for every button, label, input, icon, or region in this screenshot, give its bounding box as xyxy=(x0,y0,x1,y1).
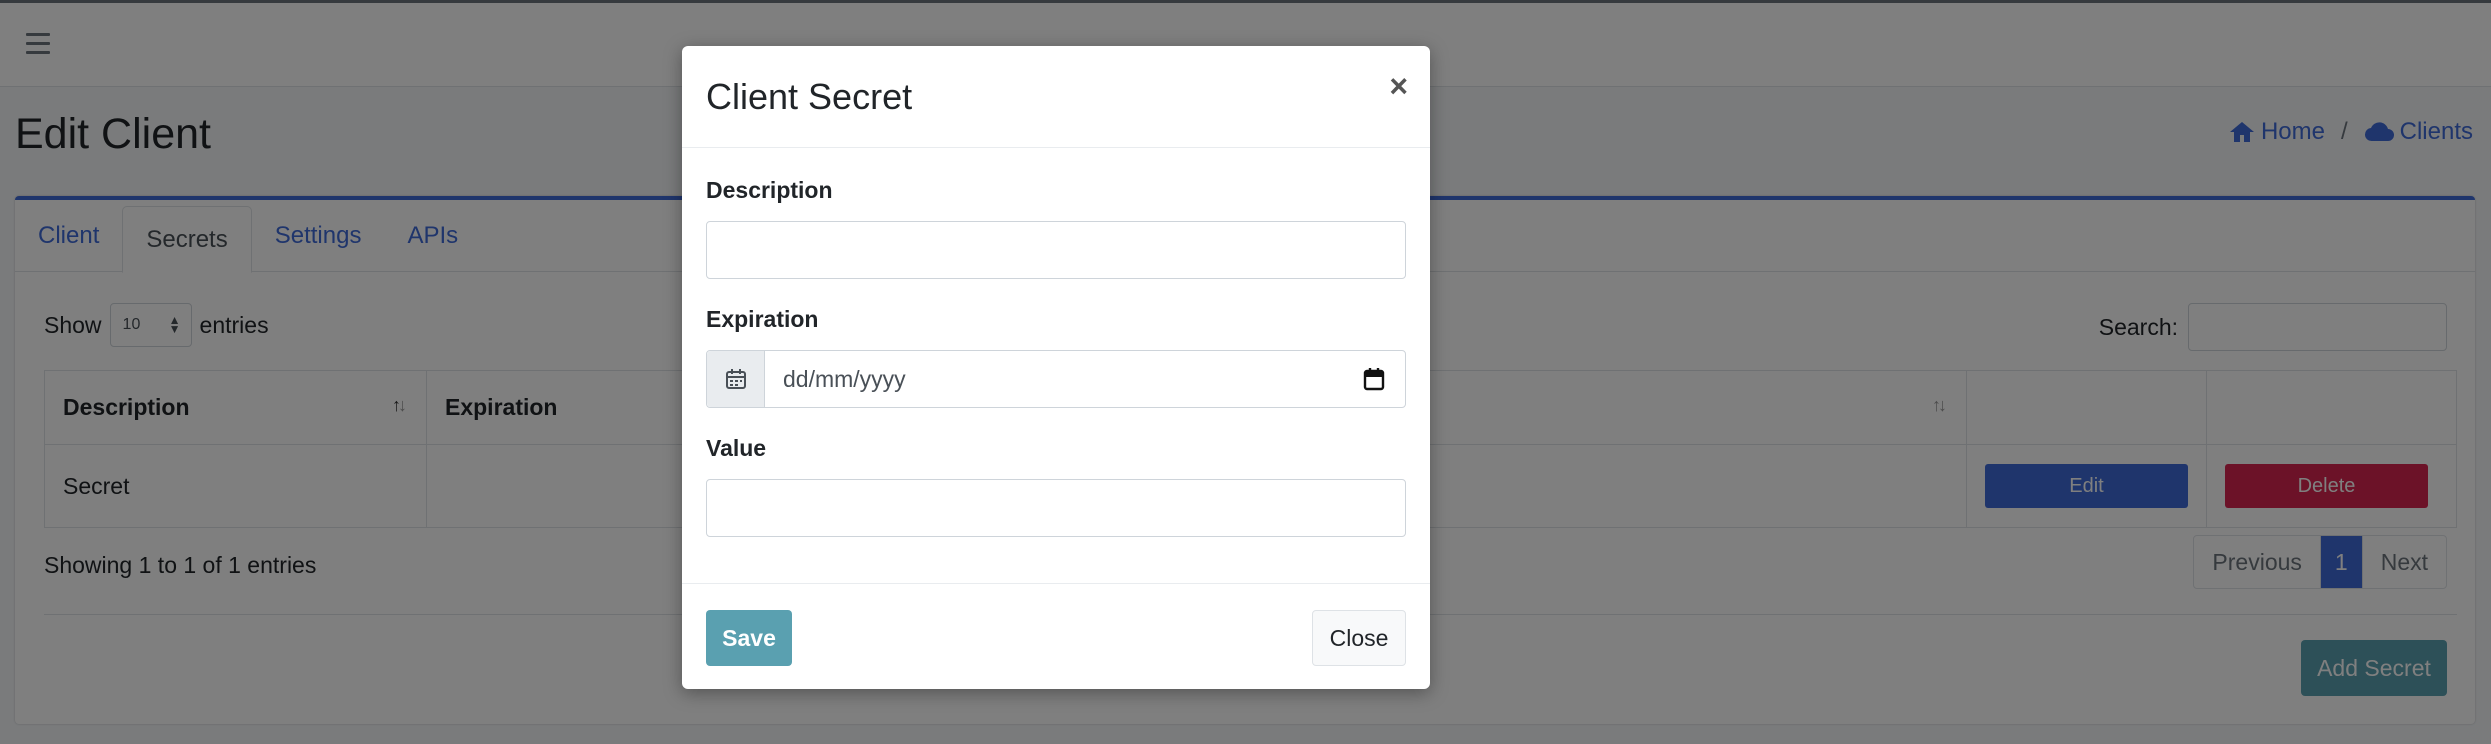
close-icon[interactable]: × xyxy=(1389,70,1408,102)
expiration-date-field: dd/mm/yyyy xyxy=(706,350,1406,408)
value-label: Value xyxy=(706,435,767,461)
modal-footer: Save Close xyxy=(682,583,1430,689)
expiration-placeholder: dd/mm/yyyy xyxy=(783,365,906,392)
expiration-date-input[interactable]: dd/mm/yyyy xyxy=(765,351,1405,407)
close-button[interactable]: Close xyxy=(1312,610,1406,666)
description-input[interactable] xyxy=(706,221,1406,279)
value-input[interactable] xyxy=(706,479,1406,537)
save-button[interactable]: Save xyxy=(706,610,792,666)
description-label: Description xyxy=(706,177,833,203)
expiration-label: Expiration xyxy=(706,306,819,332)
calendar-icon xyxy=(707,351,765,407)
modal-title: Client Secret xyxy=(706,76,913,117)
modal-header: Client Secret × xyxy=(682,46,1430,148)
date-picker-icon[interactable] xyxy=(1363,367,1385,391)
client-secret-modal: Client Secret × Description Expiration d… xyxy=(682,46,1430,689)
